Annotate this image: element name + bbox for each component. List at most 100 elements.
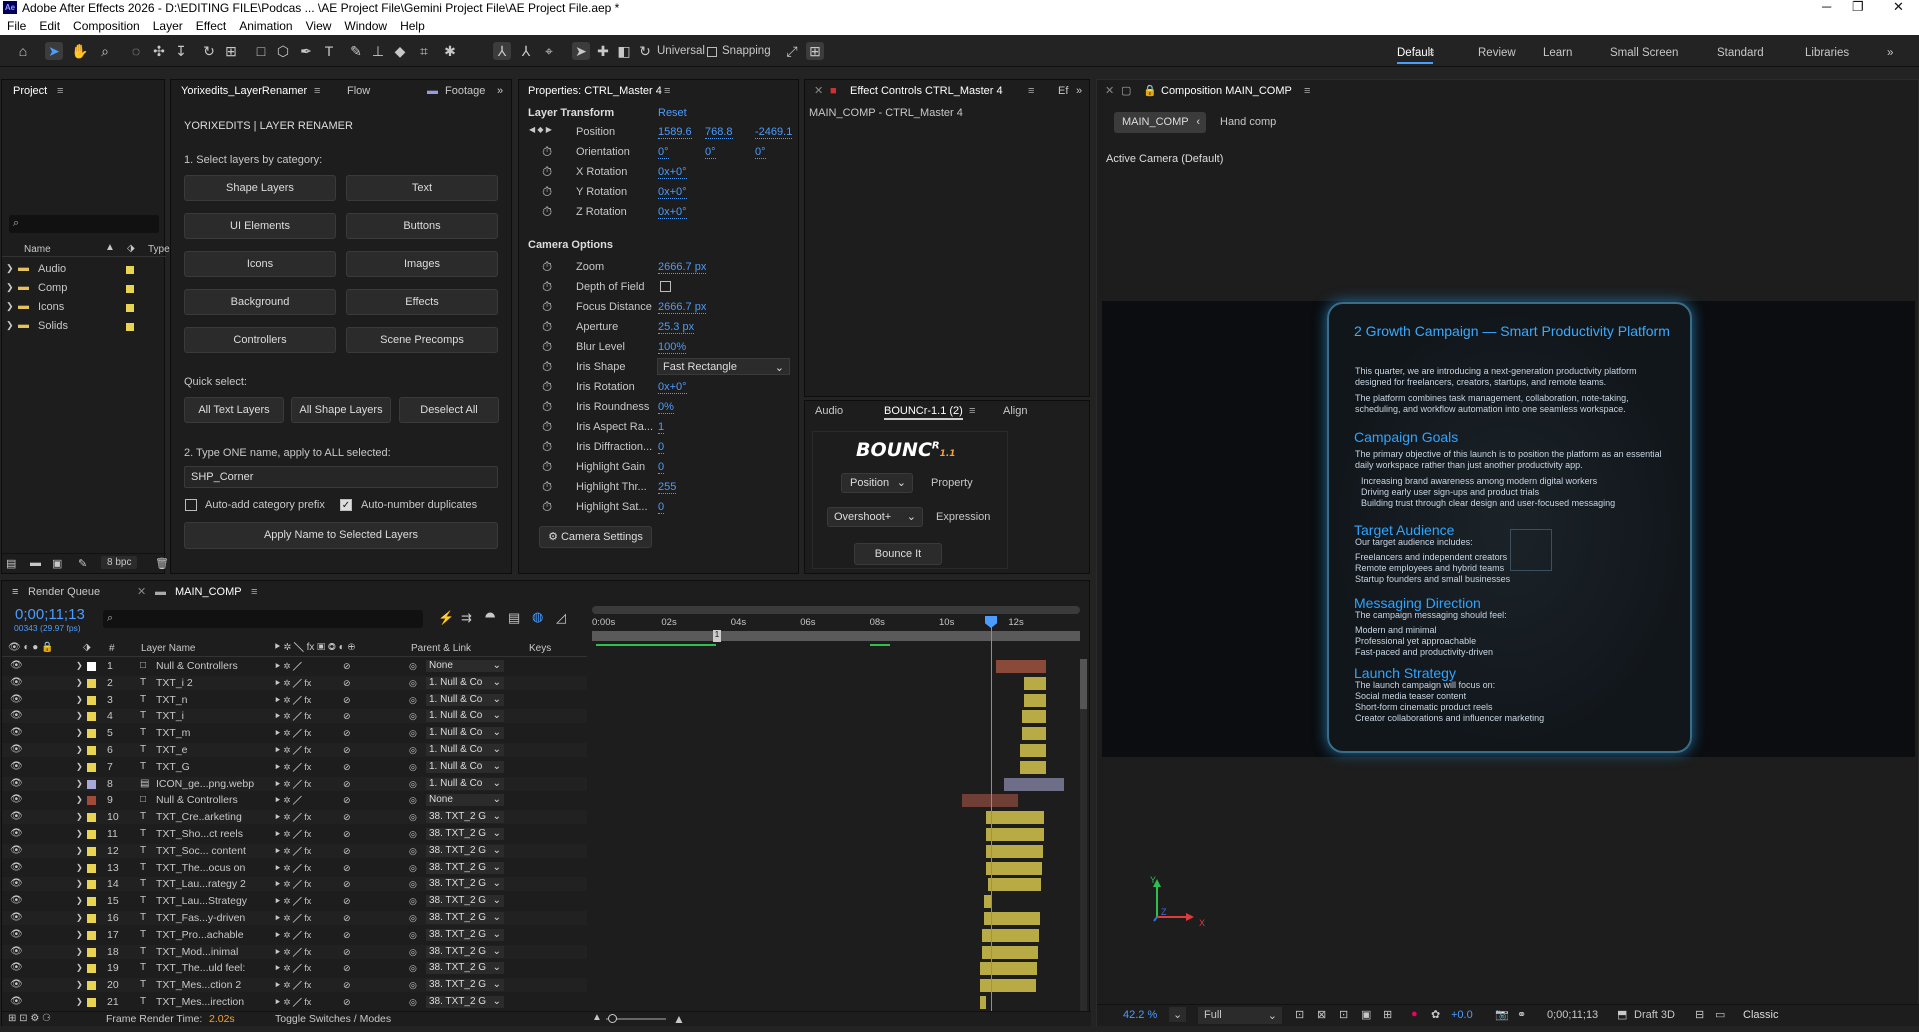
- selection-tool-icon[interactable]: ➤: [45, 42, 63, 60]
- hand-tool-icon[interactable]: ✋: [71, 42, 89, 60]
- layer-name[interactable]: TXT_Mes...irection: [156, 995, 244, 1009]
- layer-bar[interactable]: [986, 844, 1043, 858]
- table-row[interactable]: 👁 ❯ 15 T TXT_Lau...Strategy ⯈ ✲ ╱ fx ⊘ ◎…: [2, 894, 587, 909]
- property-dropdown[interactable]: Position ⌄: [841, 473, 913, 493]
- auto-prefix-checkbox[interactable]: [185, 499, 197, 511]
- switch-icons[interactable]: ⯈ ✲ ╱ fx: [274, 827, 311, 841]
- table-row[interactable]: 👁 ❯ 18 T TXT_Mod...inimal ⯈ ✲ ╱ fx ⊘ ◎ 3…: [2, 944, 587, 959]
- label-swatch[interactable]: [87, 981, 96, 991]
- tab-footage[interactable]: Footage: [445, 80, 485, 102]
- view-mode-label[interactable]: Classic: [1743, 1009, 1778, 1021]
- timeline-timecode[interactable]: 0;00;11;13: [15, 606, 85, 623]
- eye-icon[interactable]: 👁: [10, 827, 23, 841]
- camera-value[interactable]: 0x+0°: [658, 381, 687, 394]
- rotate-tool-icon[interactable]: ↻: [200, 42, 218, 60]
- chevron-right-icon[interactable]: ❯: [76, 743, 83, 757]
- table-row[interactable]: 👁 ❯ 13 T TXT_The...ocus on ⯈ ✲ ╱ fx ⊘ ◎ …: [2, 860, 587, 875]
- 3d-rotate-icon[interactable]: ↻: [636, 42, 654, 60]
- eye-icon[interactable]: 👁: [10, 945, 23, 959]
- eye-icon[interactable]: 👁: [10, 676, 23, 690]
- label-swatch[interactable]: [87, 712, 96, 722]
- camera-value[interactable]: 1: [658, 421, 665, 434]
- layer-name[interactable]: Null & Controllers: [156, 793, 238, 807]
- close-tab-icon[interactable]: ✕: [137, 581, 146, 603]
- label-swatch[interactable]: [87, 762, 96, 772]
- switch-icons[interactable]: ⯈ ✲ ╱ fx: [274, 861, 311, 875]
- switch-icons[interactable]: ⯈ ✲ ╱ fx: [274, 928, 311, 942]
- 3d-select-icon[interactable]: ➤: [572, 42, 590, 60]
- pickwhip-icon[interactable]: ◎: [409, 676, 417, 690]
- select-ui-elements-button[interactable]: UI Elements: [184, 213, 336, 239]
- layer-bar[interactable]: [1024, 693, 1046, 707]
- stopwatch-icon[interactable]: ⏱: [542, 144, 552, 160]
- timeline-menu-icon[interactable]: ≡: [251, 581, 257, 603]
- minimize-icon[interactable]: ─: [1822, 0, 1831, 14]
- parent-dropdown[interactable]: 38. TXT_2 G ⌄: [426, 979, 504, 992]
- stopwatch-icon[interactable]: ⏱: [542, 459, 552, 475]
- table-row[interactable]: 👁 ❯ 14 T TXT_Lau...rategy 2 ⯈ ✲ ╱ fx ⊘ ◎…: [2, 877, 587, 892]
- 3d-move-icon[interactable]: ✚: [594, 42, 612, 60]
- label-swatch[interactable]: [87, 779, 96, 789]
- switch-icons[interactable]: ⯈ ✲ ╱ fx: [274, 709, 311, 723]
- menu-window[interactable]: Window: [344, 19, 387, 33]
- breadcrumb-hand-comp[interactable]: Hand comp: [1220, 116, 1276, 128]
- pickwhip-icon[interactable]: ◎: [409, 844, 417, 858]
- layer-name[interactable]: TXT_Lau...Strategy: [156, 894, 247, 908]
- workspace-standard[interactable]: Standard: [1717, 47, 1764, 59]
- parent-dropdown[interactable]: 38. TXT_2 G ⌄: [426, 996, 504, 1008]
- chevron-right-icon[interactable]: ❯: [76, 961, 83, 975]
- workspace-review[interactable]: Review: [1478, 47, 1516, 59]
- orientation-x[interactable]: 0°: [658, 146, 669, 159]
- label-swatch[interactable]: [87, 964, 96, 974]
- cube-tool-icon[interactable]: ⬡: [274, 42, 292, 60]
- chevron-right-icon[interactable]: ❯: [76, 827, 83, 841]
- menu-animation[interactable]: Animation: [239, 19, 292, 33]
- pickwhip-icon[interactable]: ◎: [409, 861, 417, 875]
- layer-name[interactable]: TXT_G: [156, 760, 190, 774]
- chevron-right-icon[interactable]: ❯: [76, 945, 83, 959]
- pen-tool-icon[interactable]: ✒: [297, 42, 315, 60]
- eye-icon[interactable]: 👁: [10, 777, 23, 791]
- mask-visibility-icon[interactable]: ⊡: [1339, 1008, 1348, 1021]
- tab-renamer[interactable]: Yorixedits_LayerRenamer: [181, 80, 307, 102]
- pickwhip-icon[interactable]: ◎: [409, 709, 417, 723]
- pickwhip-icon[interactable]: ◎: [409, 961, 417, 975]
- table-row[interactable]: 👁 ❯ 10 T TXT_Cre..arketing ⯈ ✲ ╱ fx ⊘ ◎ …: [2, 810, 587, 825]
- layer-name[interactable]: TXT_Fas...y-driven: [156, 911, 245, 925]
- parent-dropdown[interactable]: 38. TXT_2 G ⌄: [426, 844, 504, 857]
- trash-icon[interactable]: 🗑: [155, 557, 169, 570]
- snap-options-icon[interactable]: ⤢: [783, 42, 801, 60]
- layer-name[interactable]: ICON_ge...png.webp: [156, 777, 254, 791]
- adjust-icon[interactable]: ✎: [78, 557, 87, 570]
- pickwhip-icon[interactable]: ◎: [409, 911, 417, 925]
- label-swatch[interactable]: [87, 947, 96, 957]
- menu-file[interactable]: File: [7, 19, 26, 33]
- brush-tool-icon[interactable]: ✎: [347, 42, 365, 60]
- pickwhip-icon[interactable]: ◎: [409, 827, 417, 841]
- anchor-tool-icon[interactable]: ⊞: [222, 42, 240, 60]
- timeline-scrollbar[interactable]: [1080, 659, 1087, 1011]
- restore-icon[interactable]: ❐: [1852, 0, 1864, 15]
- table-row[interactable]: 👁 ❯ 16 T TXT_Fas...y-driven ⯈ ✲ ╱ fx ⊘ ◎…: [2, 911, 587, 925]
- layer-name[interactable]: TXT_e: [156, 743, 188, 757]
- interpret-footage-icon[interactable]: ▤: [6, 557, 16, 570]
- link-icon[interactable]: ⊘: [343, 760, 351, 774]
- link-icon[interactable]: ⊘: [343, 961, 351, 975]
- stopwatch-icon[interactable]: ⏱: [542, 419, 552, 435]
- chevron-right-icon[interactable]: ❯: [6, 301, 14, 312]
- orbit-tool-icon[interactable]: ◌: [127, 42, 145, 60]
- clone-stamp-icon[interactable]: ⊥: [369, 42, 387, 60]
- link-icon[interactable]: ⊘: [343, 978, 351, 992]
- eye-icon[interactable]: 👁: [10, 928, 23, 942]
- layer-bar[interactable]: [988, 878, 1041, 892]
- eye-icon[interactable]: 👁: [10, 760, 23, 774]
- universal-label[interactable]: Universal: [657, 45, 705, 57]
- switch-icons[interactable]: ⯈ ✲ ╱ fx: [274, 911, 311, 925]
- rotation-value[interactable]: 0x+0°: [658, 206, 687, 219]
- link-icon[interactable]: ⊘: [343, 693, 351, 707]
- show-snapshot-icon[interactable]: ⚭: [1517, 1008, 1526, 1021]
- zoom-slider[interactable]: [606, 1014, 666, 1023]
- parent-dropdown[interactable]: 1. Null & Co ⌄: [426, 710, 504, 723]
- stopwatch-icon[interactable]: ⏱: [542, 439, 552, 455]
- pickwhip-icon[interactable]: ◎: [409, 777, 417, 791]
